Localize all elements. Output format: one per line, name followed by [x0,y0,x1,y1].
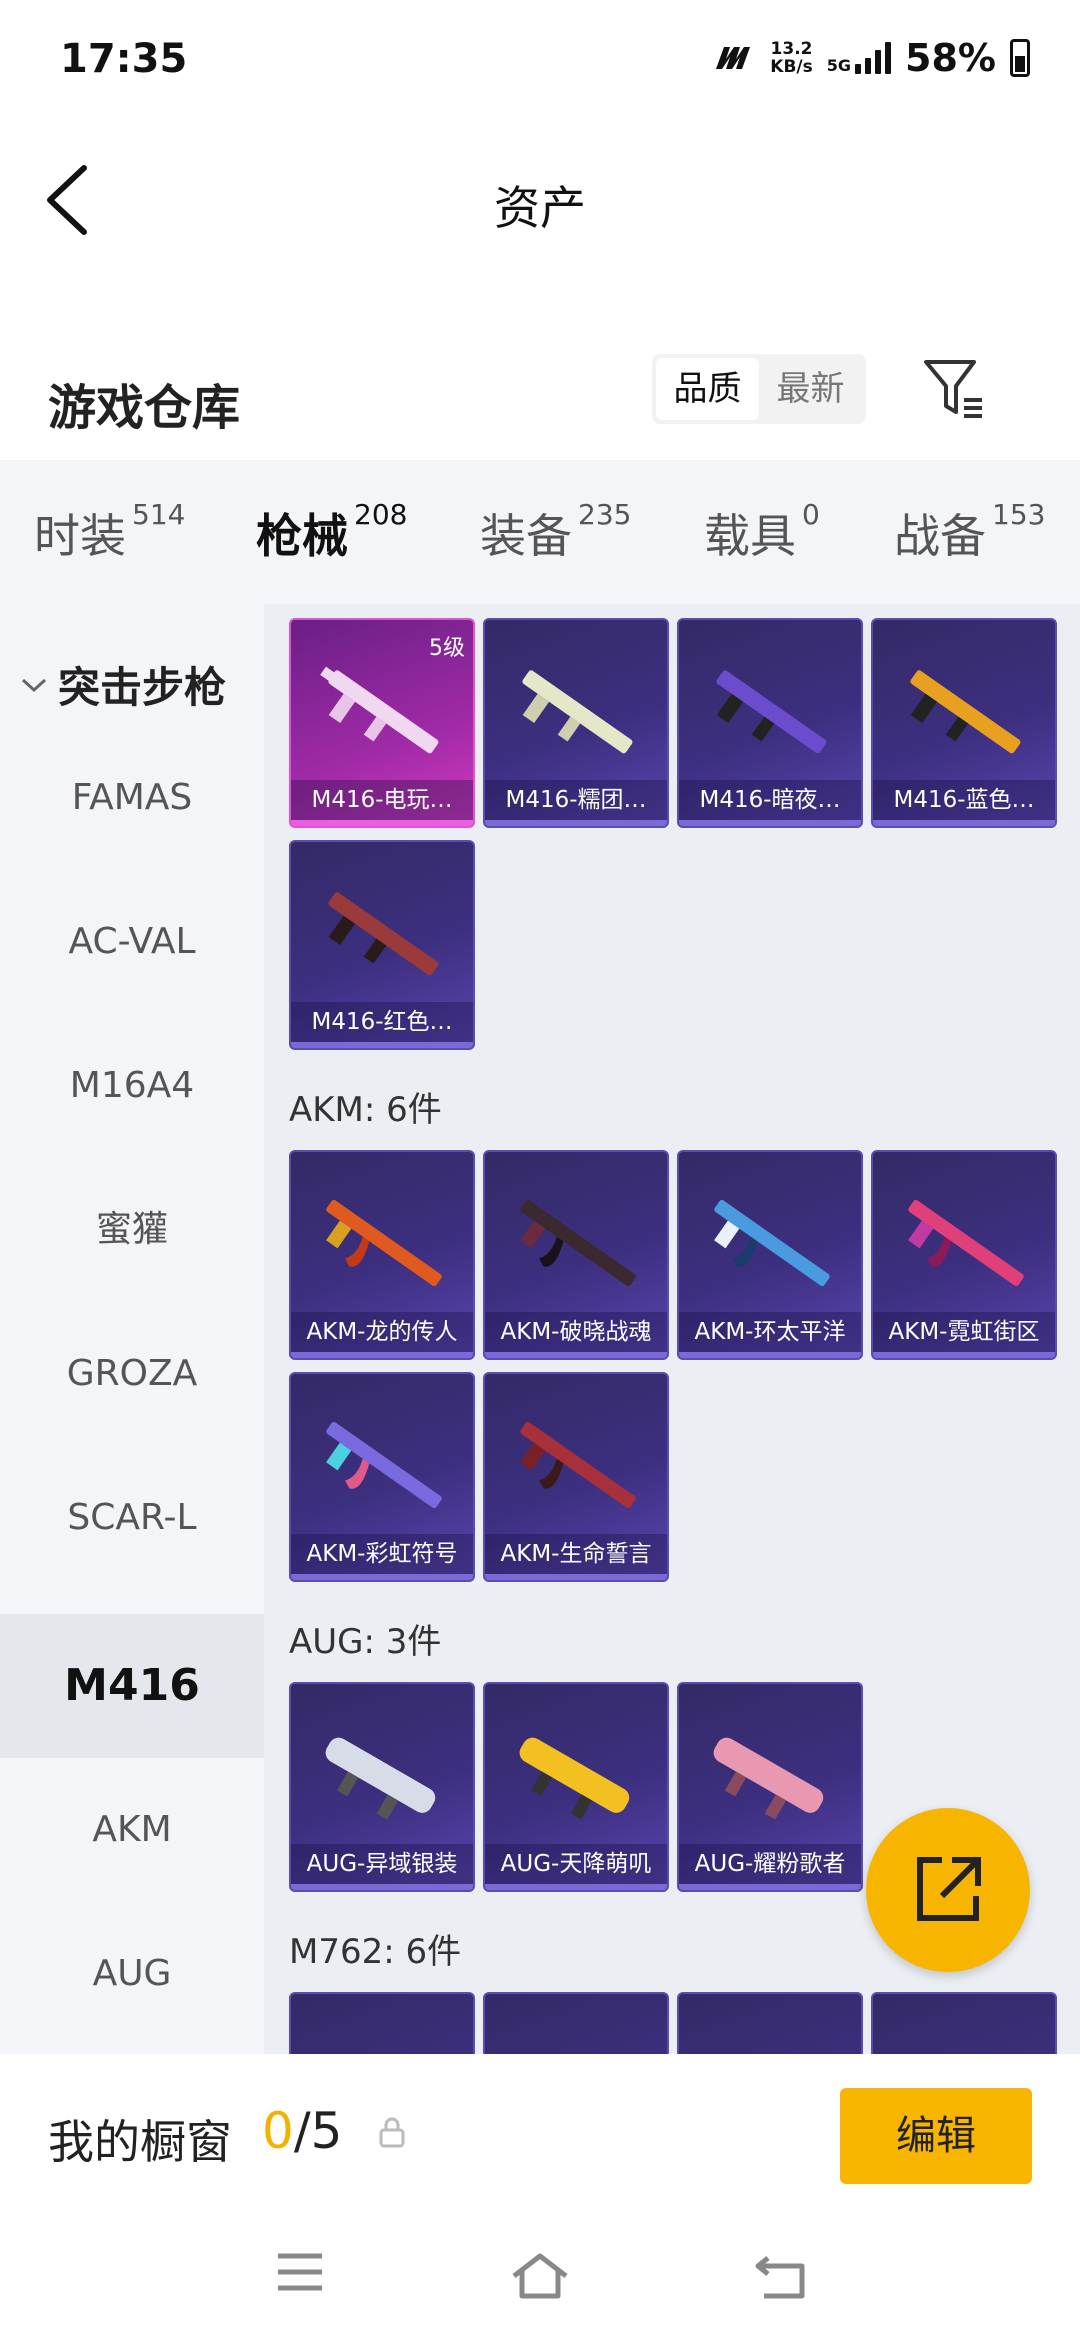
warehouse-header: 游戏仓库 品质 最新 [0,340,1080,460]
weapon-card[interactable]: AKM-生命誓言 [483,1372,669,1582]
weapon-name: AKM-龙的传人 [291,1312,473,1352]
battery-percent: 58% [905,36,996,80]
group-title-aug: AUG: 3件 [289,1622,442,1662]
weapon-name: M416-糯团… [485,780,667,820]
group-title-akm: AKM: 6件 [289,1090,442,1130]
tab-equipment[interactable]: 装备 235 [480,498,631,566]
page-title: 资产 [494,181,586,235]
sidebar-item-scar-l[interactable]: SCAR-L [0,1446,264,1590]
cellular-signal: 5G [827,42,892,74]
chevron-down-icon [21,678,47,692]
weapon-card[interactable]: M416-红色… [289,840,475,1050]
rifle-icon [520,1422,636,1508]
status-time: 17:35 [60,36,188,82]
warehouse-title: 游戏仓库 [48,380,241,436]
signal-bars-icon [855,42,892,74]
weapon-name: M416-蓝色… [873,780,1055,820]
rifle-icon [716,670,827,754]
sidebar-item-m16a4[interactable]: M16A4 [0,1014,264,1158]
weapon-name: M416-红色… [291,1002,473,1042]
share-icon [917,1857,981,1921]
rifle-icon [908,1200,1024,1286]
weapon-card[interactable]: AKM-环太平洋 [677,1150,863,1360]
sidebar-item-honey-badger[interactable]: 蜜獾 [0,1158,264,1302]
rifle-icon [325,1737,436,1820]
edit-button[interactable]: 编辑 [840,2088,1032,2184]
status-icons: 13.2 KB/s 5G 58% [712,36,1030,80]
rifle-icon [714,1200,830,1286]
weapon-sidebar: 突击步枪 FAMAS AC-VAL M16A4 蜜獾 GROZA SCAR-L … [0,604,264,2054]
weapon-card[interactable]: M416-暗夜… [677,618,863,828]
weapon-card[interactable]: 5级 M416-电玩… [289,618,475,828]
rifle-icon [326,1200,442,1286]
weapon-name: AKM-破晓战魂 [485,1312,667,1352]
rifle-icon [320,666,439,754]
system-navigation-bar [0,2214,1080,2344]
weapon-card[interactable]: AUG-天降萌叽 [483,1682,669,1892]
sidebar-item-aug[interactable]: AUG [0,1902,264,2046]
weapon-name: AKM-霓虹街区 [873,1312,1055,1352]
weapon-name: AKM-彩虹符号 [291,1534,473,1574]
weapon-card[interactable]: M416-蓝色… [871,618,1057,828]
filter-icon[interactable] [920,354,988,422]
back-icon[interactable] [754,2252,808,2300]
sidebar-item-m416[interactable]: M416 [0,1614,264,1758]
weapon-card[interactable]: AKM-彩虹符号 [289,1372,475,1582]
share-button[interactable] [866,1808,1030,1972]
weapon-card[interactable]: M416-糯团… [483,618,669,828]
weapon-card[interactable]: AUG-耀粉歌者 [677,1682,863,1892]
home-icon[interactable] [510,2252,570,2300]
menu-icon[interactable] [276,2252,324,2292]
weapon-name: AKM-生命誓言 [485,1534,667,1574]
lock-icon [379,2117,405,2148]
tab-supplies[interactable]: 战备 153 [894,498,1045,566]
rifle-icon [519,1737,630,1820]
showcase-label: 我的橱窗 [48,2115,232,2169]
sort-toggle: 品质 最新 [652,354,866,424]
rifle-icon [520,1200,636,1286]
sidebar-item-ac-val[interactable]: AC-VAL [0,870,264,1014]
network-speed: 13.2 KB/s [770,39,813,77]
weapon-name: AUG-天降萌叽 [485,1844,667,1884]
weapon-card[interactable] [289,1992,475,2054]
showcase-bar: 我的橱窗 0/5 编辑 [0,2054,1080,2214]
category-tabs: 时装 514 枪械 208 装备 235 载具 0 战备 153 [0,460,1080,618]
rifle-icon [326,1422,442,1508]
weapon-card[interactable]: AKM-龙的传人 [289,1150,475,1360]
sidebar-category[interactable]: 突击步枪 [20,654,226,715]
sort-newest-button[interactable]: 最新 [759,358,862,420]
sidebar-item-groza[interactable]: GROZA [0,1302,264,1446]
weapon-name: AUG-耀粉歌者 [679,1844,861,1884]
app-logo-icon [716,47,751,69]
weapon-card[interactable] [871,1992,1057,2054]
tab-vehicles[interactable]: 载具 0 [704,498,820,566]
weapon-card[interactable]: AUG-异域银装 [289,1682,475,1892]
rifle-icon [713,1737,824,1820]
weapon-name: AKM-环太平洋 [679,1312,861,1352]
weapon-card[interactable]: AKM-破晓战魂 [483,1150,669,1360]
sidebar-item-akm[interactable]: AKM [0,1758,264,1902]
rifle-icon [910,670,1021,754]
weapon-name: M416-电玩… [291,780,473,820]
status-bar: 17:35 13.2 KB/s 5G 58% [0,0,1080,120]
rifle-icon [328,892,439,976]
showcase-count: 0/5 [262,2102,343,2160]
tab-guns[interactable]: 枪械 208 [256,498,407,618]
weapon-card[interactable] [677,1992,863,2054]
sidebar-item-famas[interactable]: FAMAS [0,726,264,870]
weapon-name: M416-暗夜… [679,780,861,820]
navigation-bar: 资产 [0,140,1080,260]
weapon-card[interactable] [483,1992,669,2054]
weapon-card[interactable]: AKM-霓虹街区 [871,1150,1057,1360]
group-title-m762: M762: 6件 [289,1932,462,1972]
tab-fashion[interactable]: 时装 514 [34,498,185,566]
sort-quality-button[interactable]: 品质 [656,358,759,420]
battery-icon [1010,39,1030,77]
weapon-name: AUG-异域银装 [291,1844,473,1884]
rifle-icon [522,670,633,754]
